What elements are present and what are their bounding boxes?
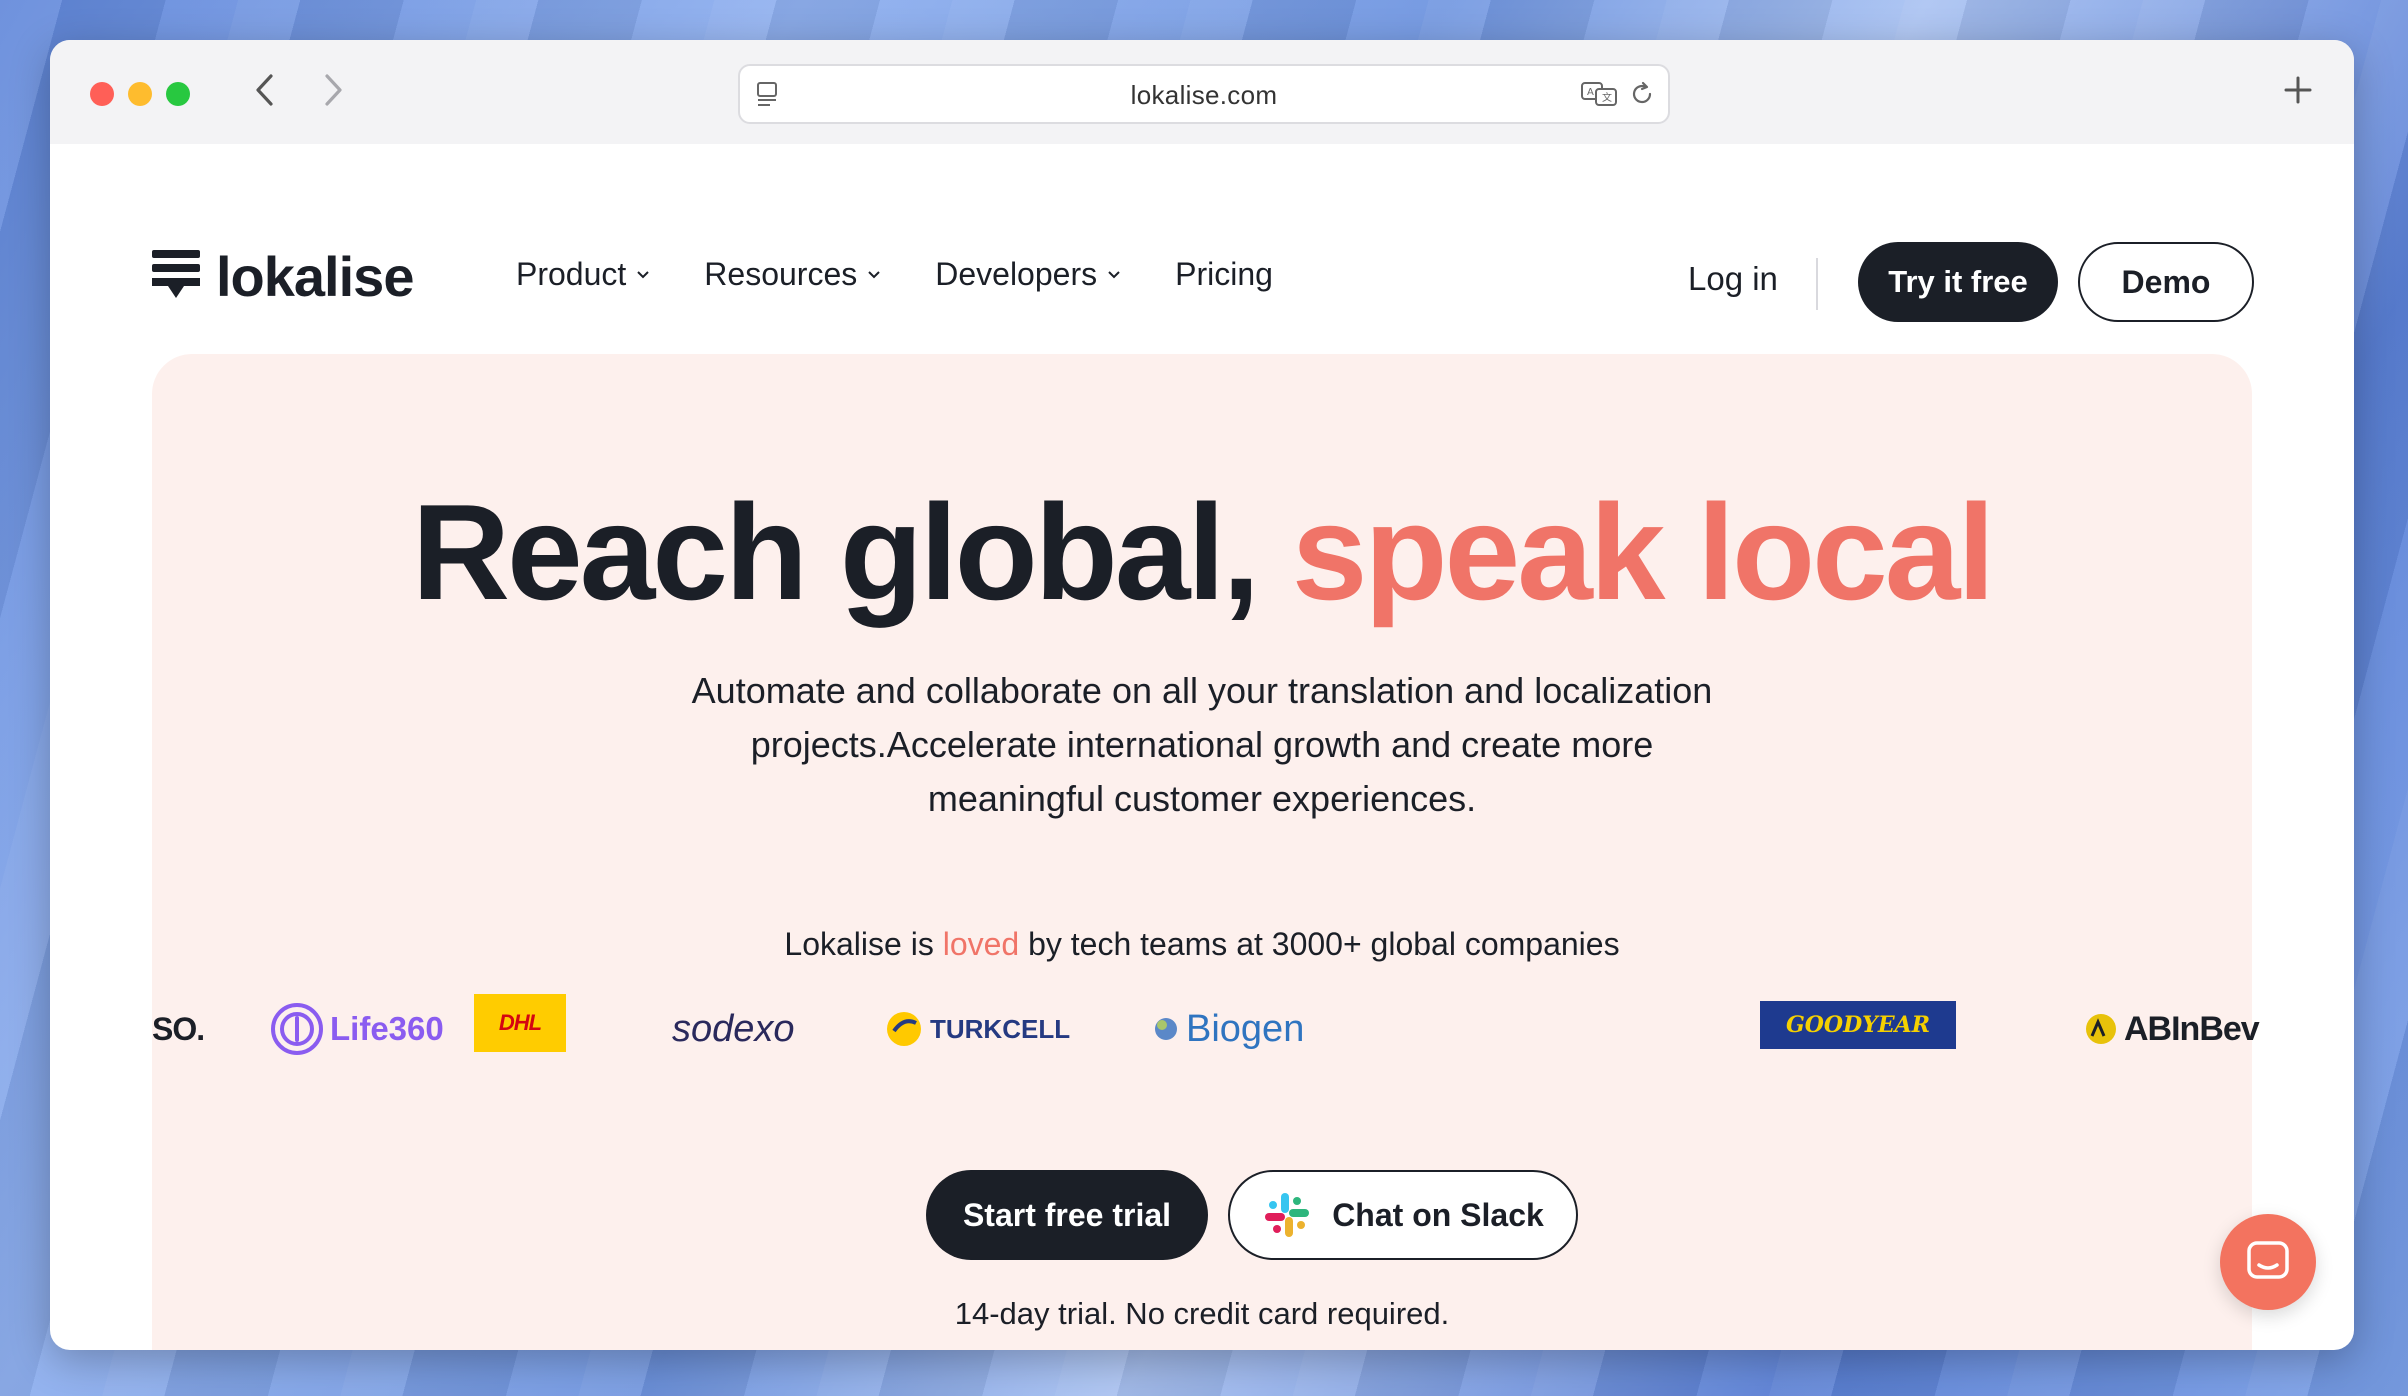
biogen-mark-icon xyxy=(1155,1018,1177,1040)
logo-label: Life360 xyxy=(330,1010,444,1047)
chevron-down-icon xyxy=(868,270,880,278)
chevron-right-icon xyxy=(325,74,342,106)
close-window-button[interactable] xyxy=(90,82,114,106)
logo-wordmark: lokalise xyxy=(216,245,414,308)
try-it-free-button[interactable]: Try it free xyxy=(1858,242,2058,322)
company-logos-carousel: SO. Life360 DHL sodexo TURKCELL Biogen G… xyxy=(152,994,2260,1074)
browser-titlebar: lokalise.com A 文 xyxy=(50,40,2354,146)
company-logo: Life360 xyxy=(270,994,444,1064)
trial-note: 14-day trial. No credit card required. xyxy=(954,1296,1450,1331)
logo-label: sodexo xyxy=(672,1007,795,1050)
chevron-down-icon xyxy=(637,270,649,278)
url-text: lokalise.com xyxy=(1130,80,1278,110)
lokalise-logo[interactable]: lokalise xyxy=(150,244,414,309)
svg-text:文: 文 xyxy=(1602,91,1612,104)
hero-section: Reach global, speak local Automate and c… xyxy=(152,354,2260,1350)
social-proof-text: Lokalise is loved by tech teams at 3000+… xyxy=(152,926,2252,963)
company-logo: ABInBev xyxy=(2084,994,2260,1064)
nav-resources[interactable]: Resources xyxy=(704,256,881,293)
start-free-trial-button[interactable]: Start free trial xyxy=(926,1170,1208,1260)
cta-row: Start free trial Chat on Slack xyxy=(152,1170,2252,1262)
nav-developers-label: Developers xyxy=(935,256,1098,292)
turkcell-mark-icon xyxy=(887,1012,921,1046)
forward-button[interactable] xyxy=(314,70,354,110)
company-logo: DHL xyxy=(474,988,566,1058)
logo-label: GOODYEAR xyxy=(1760,1001,1956,1049)
nav-pricing[interactable]: Pricing xyxy=(1175,256,1273,293)
logo-label: ABInBev xyxy=(2124,1009,2260,1048)
headline-accent: speak local xyxy=(1291,476,1995,628)
slack-icon xyxy=(1265,1193,1310,1237)
svg-text:A: A xyxy=(1587,87,1594,98)
proof-prefix: Lokalise is xyxy=(784,926,934,962)
logo-label: DHL xyxy=(474,994,566,1052)
logo-label: TURKCELL xyxy=(930,1013,1071,1044)
header-divider xyxy=(1816,258,1818,310)
company-logo: SO. xyxy=(152,994,205,1064)
back-button[interactable] xyxy=(244,70,284,110)
nav-product-label: Product xyxy=(516,256,627,292)
slack-button-label: Chat on Slack xyxy=(1332,1196,1544,1233)
nav-developers[interactable]: Developers xyxy=(935,256,1121,293)
nav-resources-label: Resources xyxy=(704,256,858,292)
chevron-down-icon xyxy=(1108,270,1120,278)
main-navigation: Product Resources Developers Pricing xyxy=(516,256,1273,293)
chevron-left-icon xyxy=(256,74,273,106)
chat-on-slack-button[interactable]: Chat on Slack xyxy=(1228,1170,1578,1260)
address-bar[interactable]: lokalise.com A 文 xyxy=(738,64,1670,124)
life360-mark-icon xyxy=(271,1003,323,1055)
reload-icon[interactable] xyxy=(1628,80,1656,108)
headline-main: Reach global, xyxy=(411,476,1260,628)
nav-pricing-label: Pricing xyxy=(1175,256,1273,292)
company-logo: sodexo xyxy=(672,994,795,1064)
minimize-window-button[interactable] xyxy=(128,82,152,106)
logo-label: Biogen xyxy=(1186,1007,1305,1050)
logo-label: SO. xyxy=(152,1010,205,1047)
proof-loved: loved xyxy=(942,926,1020,962)
company-logo: GOODYEAR xyxy=(1760,990,1956,1060)
hero-subtext: Automate and collaborate on all your tra… xyxy=(691,670,1713,819)
new-tab-plus-icon[interactable] xyxy=(2278,70,2318,110)
chat-icon xyxy=(2247,1241,2289,1279)
abinbev-mark-icon xyxy=(2086,1014,2116,1044)
company-logo: Biogen xyxy=(1152,994,1304,1064)
zoom-window-button[interactable] xyxy=(166,82,190,106)
company-logo: TURKCELL xyxy=(884,994,1070,1064)
hero-headline: Reach global, speak local xyxy=(152,474,2252,630)
proof-suffix: by tech teams at 3000+ global companies xyxy=(1028,926,1620,962)
demo-button[interactable]: Demo xyxy=(2078,242,2254,322)
nav-product[interactable]: Product xyxy=(516,256,650,293)
translate-icon[interactable]: A 文 xyxy=(1580,80,1620,108)
browser-window: lokalise.com A 文 lokalise Product Resour… xyxy=(50,40,2354,1350)
lokalise-mark-icon xyxy=(152,249,200,298)
chat-launcher-button[interactable] xyxy=(2220,1214,2316,1310)
login-link[interactable]: Log in xyxy=(1688,260,1778,298)
